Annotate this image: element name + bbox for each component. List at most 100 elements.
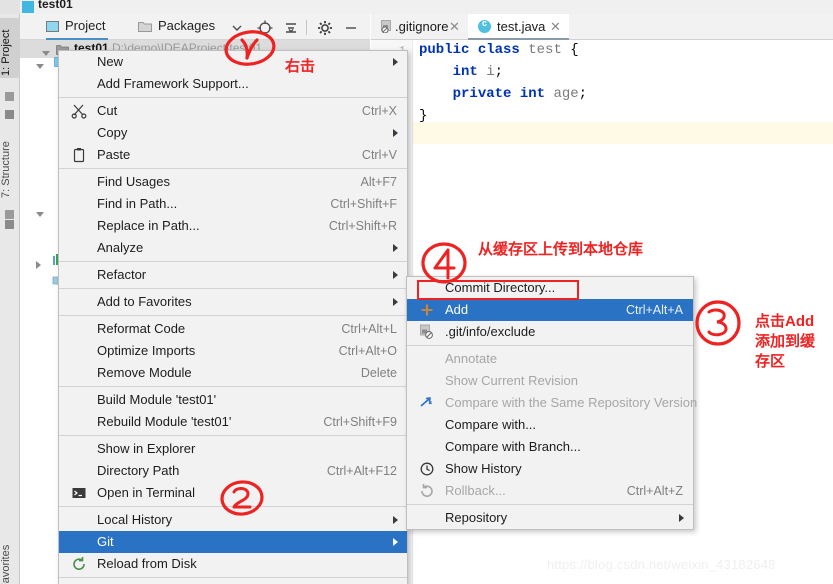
- git-menu-item-show-history[interactable]: Show History: [407, 458, 693, 480]
- git-menu-item-compare-with[interactable]: Compare with...: [407, 414, 693, 436]
- code-token: i: [486, 64, 495, 80]
- menu-item-open-in-terminal[interactable]: Open in Terminal: [59, 482, 407, 504]
- expand-arrow-icon[interactable]: [42, 45, 50, 59]
- gear-icon[interactable]: [316, 19, 334, 37]
- git-menu-item-git-info-exclude[interactable]: .git/info/exclude: [407, 321, 693, 343]
- menu-item-refactor[interactable]: Refactor: [59, 264, 407, 286]
- menu-item-remove-module[interactable]: Remove Module Delete: [59, 362, 407, 384]
- menu-item-label: Build Module 'test01': [97, 392, 217, 407]
- menu-item-label: Commit Directory...: [445, 280, 556, 295]
- packages-folder-icon: [138, 20, 152, 32]
- menu-item-shortcut: Ctrl+Shift+F9: [323, 415, 397, 429]
- tree-node-toggle-b[interactable]: [36, 206, 44, 220]
- menu-item-label: Optimize Imports: [97, 343, 196, 358]
- git-menu-item-repository[interactable]: Repository: [407, 507, 693, 529]
- menu-item-local-history[interactable]: Local History: [59, 509, 407, 531]
- tab-project[interactable]: Project: [65, 18, 105, 33]
- project-view-icon: [46, 21, 59, 32]
- menu-item-label: Replace in Path...: [97, 218, 200, 233]
- menu-item-copy[interactable]: Copy: [59, 122, 407, 144]
- clipboard-icon: [71, 147, 87, 163]
- code-token: ;: [578, 86, 588, 102]
- menu-item-label: Find Usages: [97, 174, 170, 189]
- menu-item-show-in-explorer[interactable]: Show in Explorer: [59, 438, 407, 460]
- git-menu-item-rollback: Rollback... Ctrl+Alt+Z: [407, 480, 693, 502]
- sidebar-tab-structure[interactable]: 7: Structure: [0, 124, 20, 200]
- menu-separator: [59, 261, 407, 262]
- code-token: class: [477, 42, 520, 58]
- menu-item-shortcut: Ctrl+Shift+F: [330, 197, 397, 211]
- menu-item-analyze[interactable]: Analyze: [59, 237, 407, 259]
- sidebar-tab-favorites[interactable]: Favorites: [0, 534, 20, 584]
- menu-item-label: Compare with Branch...: [445, 439, 581, 454]
- git-menu-item-commit-directory[interactable]: Commit Directory...: [407, 277, 693, 299]
- close-icon[interactable]: ✕: [550, 19, 561, 35]
- menu-item-replace-in-path[interactable]: Replace in Path... Ctrl+Shift+R: [59, 215, 407, 237]
- git-menu-item-compare-with-the-same-repository-version: Compare with the Same Repository Version: [407, 392, 697, 414]
- clock-icon: [419, 461, 435, 477]
- sidebar-tab-project[interactable]: 1: Project: [0, 18, 20, 78]
- code-token: int: [452, 64, 478, 80]
- menu-item-find-in-path[interactable]: Find in Path... Ctrl+Shift+F: [59, 193, 407, 215]
- menu-item-shortcut: Delete: [360, 366, 397, 380]
- code-token: age: [553, 86, 579, 102]
- menu-item-shortcut: Ctrl+Alt+F12: [326, 464, 397, 478]
- menu-item-shortcut: Ctrl+X: [361, 104, 397, 118]
- menu-item-label: Git: [97, 534, 114, 549]
- java-class-icon: [478, 18, 491, 33]
- menu-item-reformat-code[interactable]: Reformat Code Ctrl+Alt+L: [59, 318, 407, 340]
- menu-item-label: Cut: [97, 103, 118, 118]
- submenu-arrow-icon: [393, 244, 398, 252]
- menu-item-label: Compare with...: [445, 417, 537, 432]
- menu-item-add-framework-support[interactable]: Add Framework Support...: [59, 73, 407, 95]
- menu-item-directory-path[interactable]: Directory Path Ctrl+Alt+F12: [59, 460, 407, 482]
- target-icon[interactable]: [256, 19, 274, 37]
- menu-separator: [59, 315, 407, 316]
- menu-item-label: Local History: [97, 512, 173, 527]
- menu-item-git[interactable]: Git: [59, 531, 407, 553]
- code-line: int i;: [419, 64, 503, 80]
- gitignore-icon: [381, 20, 394, 34]
- menu-item-label: .git/info/exclude: [445, 324, 536, 339]
- tab-packages[interactable]: Packages: [158, 18, 215, 33]
- menu-item-shortcut: Ctrl+V: [361, 148, 397, 162]
- menu-item-shortcut: Ctrl+Alt+L: [341, 322, 397, 336]
- window-titlebar: test01: [0, 0, 833, 14]
- menu-item-reload-from-disk[interactable]: Reload from Disk: [59, 553, 407, 575]
- menu-item-optimize-imports[interactable]: Optimize Imports Ctrl+Alt+O: [59, 340, 407, 362]
- git-menu-item-compare-with-branch[interactable]: Compare with Branch...: [407, 436, 693, 458]
- collapse-all-icon[interactable]: [282, 19, 300, 37]
- tree-node-toggle-a[interactable]: [36, 58, 44, 72]
- menu-item-label: New: [97, 54, 124, 69]
- tool-window-bar: 1: Project 7: Structure Favorites: [0, 14, 20, 584]
- code-token: ;: [494, 64, 504, 80]
- menu-item-label: Show in Explorer: [97, 441, 196, 456]
- menu-item-label: Repository: [445, 510, 508, 525]
- menu-item-label: Rebuild Module 'test01': [97, 414, 232, 429]
- menu-item-shortcut: Ctrl+Shift+R: [328, 219, 397, 233]
- menu-separator: [59, 506, 407, 507]
- close-icon[interactable]: ✕: [449, 19, 460, 35]
- menu-item-find-usages[interactable]: Find Usages Alt+F7: [59, 171, 407, 193]
- menu-item-label: Reformat Code: [97, 321, 186, 336]
- menu-item-build-module-test01[interactable]: Build Module 'test01': [59, 389, 407, 411]
- menu-item-add-to-favorites[interactable]: Add to Favorites: [59, 291, 407, 313]
- menu-item-cut[interactable]: Cut Ctrl+X: [59, 100, 407, 122]
- git-menu-item-add[interactable]: Add Ctrl+Alt+A: [407, 299, 693, 321]
- code-token: test: [528, 42, 562, 58]
- git-submenu[interactable]: Commit Directory... Add Ctrl+Alt+A .git/inf…: [406, 276, 697, 530]
- menu-item-new[interactable]: New: [59, 51, 407, 73]
- menu-item-paste[interactable]: Paste Ctrl+V: [59, 144, 407, 166]
- context-menu[interactable]: New Add Framework Support... Cut Ctrl+X Copy…: [58, 50, 408, 584]
- watermark: https://blog.csdn.net/weixin_43182648: [547, 557, 776, 572]
- undo-icon: [419, 483, 435, 499]
- chevron-down-icon[interactable]: [228, 19, 246, 37]
- plus-icon: [419, 302, 435, 318]
- minimize-icon[interactable]: [342, 19, 360, 37]
- menu-separator: [407, 345, 693, 346]
- menu-item-compare-with[interactable]: Compare With...Ctrl+D: [59, 580, 407, 584]
- code-line: public class test {: [419, 42, 579, 58]
- menu-item-rebuild-module-test01[interactable]: Rebuild Module 'test01' Ctrl+Shift+F9: [59, 411, 407, 433]
- tree-node-toggle-c[interactable]: [36, 258, 41, 272]
- menu-separator: [59, 435, 407, 436]
